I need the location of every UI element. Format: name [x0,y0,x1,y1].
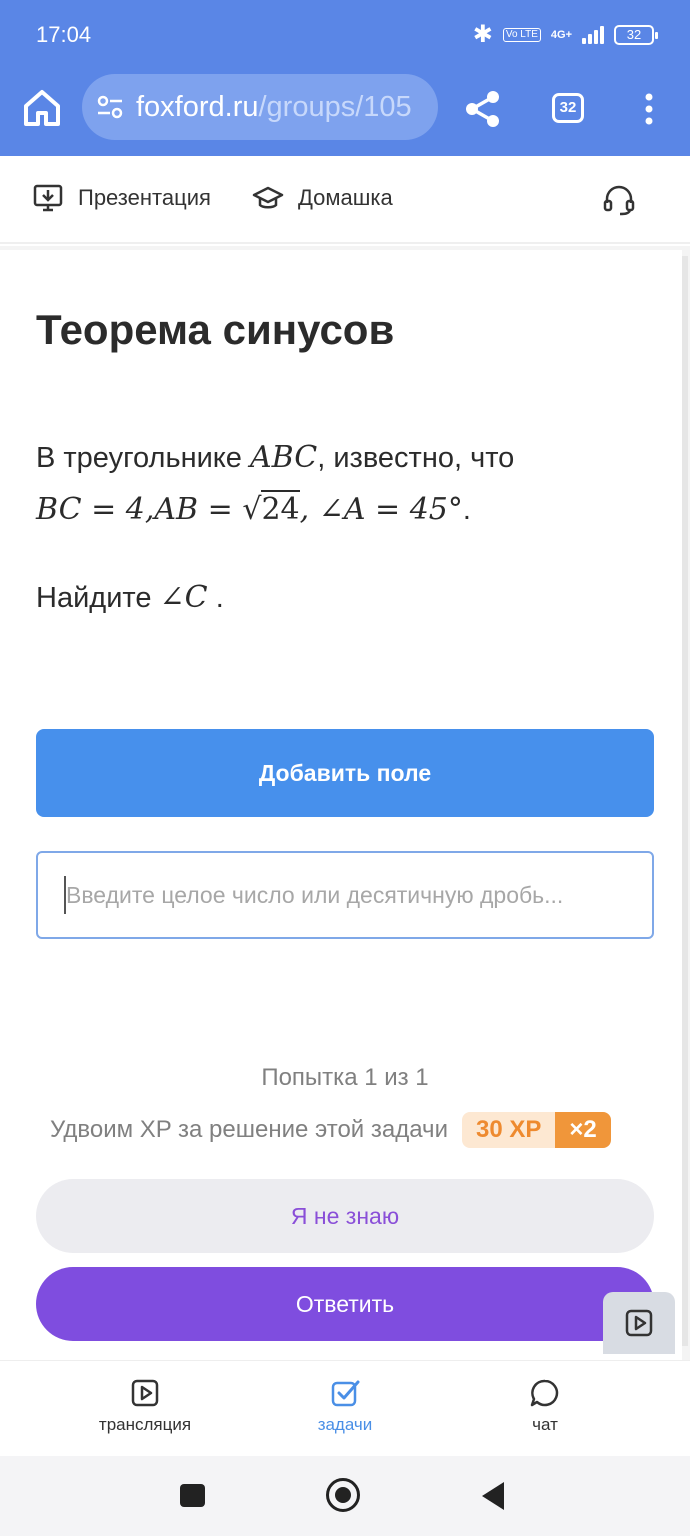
url-path: /groups/105 [258,90,412,123]
bluetooth-icon: ✱ [472,21,493,48]
dont-know-button[interactable]: Я не знаю [36,1179,654,1253]
play-video-icon [625,1309,653,1337]
browser-top-bar: 17:04 ✱ Vo LTE 4G+ 32 foxford.ru/groups/… [0,0,690,156]
chat-bubble-icon [530,1379,559,1407]
sqrt-value: 24 [261,490,300,527]
signal-icon [582,25,604,44]
problem-known: , известно, что [317,442,515,474]
question-text: Найдите [36,582,160,614]
url-host: foxford.ru [136,90,259,123]
tab-translation[interactable]: трансляция [75,1377,215,1435]
homework-label: Домашка [298,185,393,210]
lesson-header: Презентация Домашка [0,156,690,244]
xp-badge: 30 XP ×2 [461,1112,611,1148]
question-end: . [207,582,224,614]
presentation-label: Презентация [78,185,211,210]
question: Найдите ∠C . [36,580,224,615]
homework-link[interactable]: Домашка [252,182,393,214]
battery-icon: 32 [614,24,658,45]
checkbox-icon [331,1380,360,1407]
share-icon[interactable] [462,88,504,130]
sqrt-sign: √ [242,492,262,527]
tab-translation-label: трансляция [98,1415,192,1434]
text-caret [64,876,66,914]
xp-value: 30 XP [461,1112,556,1148]
tab-chat[interactable]: чат [475,1377,615,1435]
tab-tasks-label: задачи [317,1415,373,1434]
angle-c: ∠C [159,580,208,615]
home-icon[interactable] [20,86,64,130]
volte-icon: Vo LTE [502,27,541,42]
tab-chat-label: чат [532,1415,558,1434]
scrollbar[interactable] [682,256,688,1346]
system-home-icon[interactable] [326,1478,360,1512]
side-bc: BC = 4, [36,492,155,527]
more-menu-icon[interactable] [640,92,658,126]
floating-video-button[interactable] [603,1292,675,1354]
attempt-counter: Попытка 1 из 1 [261,1064,429,1091]
address-bar[interactable]: foxford.ru/groups/105 [82,74,438,140]
back-icon[interactable] [482,1482,504,1510]
add-field-button[interactable]: Добавить поле [36,729,654,817]
submit-answer-button[interactable]: Ответить [36,1267,654,1341]
presentation-link[interactable]: Презентация [32,182,211,214]
task-title: Теорема синусов [36,306,395,353]
tabs-count-button[interactable]: 32 [552,93,584,123]
status-time: 17:04 [36,22,92,47]
xp-bonus-text: Удвоим XP за решение этой задачи [50,1116,448,1143]
play-square-icon [131,1379,159,1407]
angle-a: , ∠A = 45° [299,492,463,527]
problem-intro: В треугольнике [36,442,250,474]
xp-multiplier: ×2 [555,1112,611,1148]
network-type: 4G+ [550,28,572,41]
problem-statement: В треугольнике ABC, известно, что BC = 4… [36,432,636,536]
recent-apps-icon[interactable] [180,1484,205,1507]
bottom-tab-bar: трансляция задачи чат [0,1360,690,1456]
download-screen-icon [33,184,63,212]
site-settings-icon[interactable] [96,93,124,121]
side-ab: AB = [154,492,243,527]
headset-support-icon[interactable] [602,183,636,217]
answer-input[interactable] [36,851,654,939]
tab-tasks[interactable]: задачи [275,1377,415,1435]
problem-period: . [462,494,471,526]
status-icons: ✱ Vo LTE 4G+ 32 [472,20,658,49]
xp-bonus: Удвоим XP за решение этой задачи 30 XP ×… [50,1112,611,1148]
triangle-name: ABC [250,440,318,475]
graduation-cap-icon [252,186,284,209]
